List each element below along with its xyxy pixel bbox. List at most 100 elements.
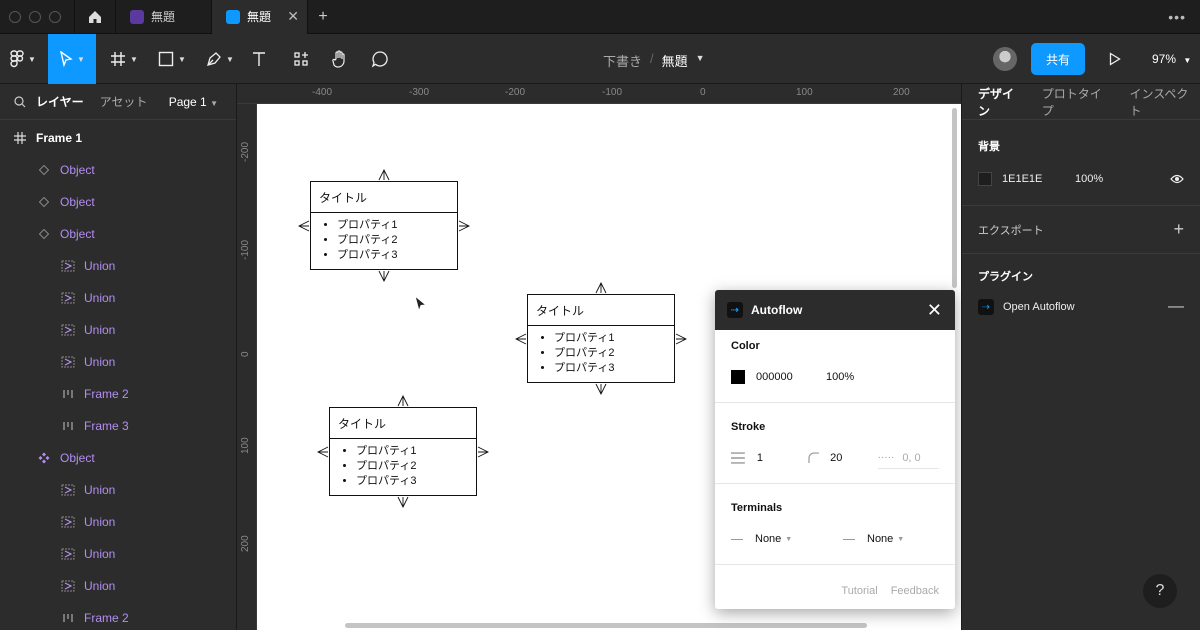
chevron-down-icon[interactable]: ▼ bbox=[696, 53, 705, 70]
chevron-down-icon: ▼ bbox=[210, 98, 218, 108]
layer-item[interactable]: Union bbox=[0, 250, 236, 282]
connector-handle-icon[interactable] bbox=[378, 270, 390, 282]
search-icon[interactable] bbox=[14, 95, 26, 108]
frame-tool-button[interactable]: ▼ bbox=[104, 34, 144, 84]
layer-item[interactable]: Object bbox=[0, 154, 236, 186]
zoom-menu[interactable]: 97% ▼ bbox=[1152, 52, 1191, 66]
pen-tool-button[interactable]: ▼ bbox=[200, 34, 240, 84]
terminal-end-select[interactable]: None ▼ bbox=[843, 533, 904, 545]
main-menu-button[interactable]: ▼ bbox=[0, 34, 46, 84]
property-list: プロパティ1プロパティ2プロパティ3 bbox=[528, 326, 674, 376]
layer-item[interactable]: Object bbox=[0, 186, 236, 218]
home-button[interactable] bbox=[74, 0, 116, 34]
hand-tool-button[interactable] bbox=[326, 34, 354, 84]
share-button[interactable]: 共有 bbox=[1031, 43, 1085, 75]
layer-list: Frame 1 Object Object Object Union Union Union… bbox=[0, 120, 236, 630]
more-options-icon[interactable]: ••• bbox=[1168, 9, 1186, 25]
layer-item[interactable]: Union bbox=[0, 570, 236, 602]
file-icon bbox=[130, 9, 144, 24]
page-selector[interactable]: Page 1 ▼ bbox=[169, 95, 218, 109]
layer-item[interactable]: Frame 2 bbox=[0, 602, 236, 630]
horizontal-scrollbar[interactable] bbox=[345, 623, 867, 628]
connector-handle-icon[interactable] bbox=[397, 395, 409, 407]
connector-handle-icon[interactable] bbox=[595, 383, 607, 395]
frame-icon bbox=[12, 130, 28, 146]
text-tool-button[interactable] bbox=[246, 34, 272, 84]
close-window-button[interactable] bbox=[9, 10, 21, 23]
shape-tool-button[interactable]: ▼ bbox=[152, 34, 192, 84]
connector-handle-icon[interactable] bbox=[298, 220, 310, 232]
dash-pattern-field[interactable]: ····· 0, 0 bbox=[877, 447, 939, 469]
connector-handle-icon[interactable] bbox=[317, 446, 329, 458]
tab-assets[interactable]: アセット bbox=[100, 93, 148, 110]
close-tab-icon[interactable]: ✕ bbox=[287, 8, 299, 25]
plugin-item-autoflow[interactable]: ⇢ Open Autoflow — bbox=[978, 298, 1184, 316]
terminal-start-select[interactable]: None ▼ bbox=[731, 533, 843, 545]
feedback-link[interactable]: Feedback bbox=[891, 585, 939, 597]
background-title: 背景 bbox=[978, 141, 1000, 153]
close-icon[interactable]: ✕ bbox=[927, 300, 942, 321]
layer-item[interactable]: Union bbox=[0, 346, 236, 378]
layer-label: Object bbox=[60, 163, 95, 177]
breadcrumb-drafts[interactable]: 下書き bbox=[603, 51, 642, 70]
comment-tool-button[interactable] bbox=[366, 34, 394, 84]
tab-file-1[interactable]: 無題 bbox=[116, 0, 212, 34]
tab-layers[interactable]: レイヤー bbox=[36, 93, 84, 110]
resources-tool-button[interactable] bbox=[288, 34, 314, 84]
color-swatch[interactable] bbox=[731, 370, 745, 384]
background-opacity[interactable]: 100% bbox=[1075, 173, 1103, 185]
connector-handle-icon[interactable] bbox=[458, 220, 470, 232]
move-tool-button[interactable]: ▼ bbox=[48, 34, 96, 84]
add-export-icon[interactable]: + bbox=[1173, 219, 1184, 240]
tab-file-2[interactable]: 無題 ✕ bbox=[212, 0, 308, 34]
connector-handle-icon[interactable] bbox=[595, 282, 607, 294]
connector-handle-icon[interactable] bbox=[378, 169, 390, 181]
frame-icon bbox=[111, 52, 126, 66]
avatar[interactable] bbox=[993, 47, 1017, 71]
color-hex-input[interactable]: 000000 bbox=[756, 371, 826, 383]
object-card[interactable]: タイトルプロパティ1プロパティ2プロパティ3 bbox=[329, 407, 477, 496]
property-item: プロパティ1 bbox=[337, 218, 457, 233]
ruler-tick-label: -200 bbox=[240, 141, 251, 162]
connector-handle-icon[interactable] bbox=[477, 446, 489, 458]
tab-prototype[interactable]: プロトタイプ bbox=[1042, 85, 1114, 119]
layer-item[interactable]: Union bbox=[0, 474, 236, 506]
corner-radius-input[interactable]: 20 bbox=[830, 452, 877, 464]
remove-plugin-icon[interactable]: — bbox=[1168, 298, 1184, 316]
help-button[interactable]: ? bbox=[1143, 574, 1177, 608]
properties-panel: デザイン プロトタイプ インスペクト 背景 1E1E1E 100% エクスポート… bbox=[961, 84, 1200, 630]
file-name[interactable]: 無題 bbox=[662, 51, 688, 70]
stroke-weight-input[interactable]: 1 bbox=[757, 452, 808, 464]
plugin-header[interactable]: ⇢ Autoflow ✕ bbox=[715, 290, 955, 330]
new-tab-button[interactable]: + bbox=[308, 8, 338, 26]
vertical-scrollbar[interactable] bbox=[952, 108, 957, 288]
eye-icon[interactable] bbox=[1170, 174, 1184, 184]
background-swatch[interactable] bbox=[978, 172, 992, 186]
tutorial-link[interactable]: Tutorial bbox=[841, 585, 877, 597]
present-button[interactable] bbox=[1102, 34, 1128, 84]
ruler-tick-label: 0 bbox=[240, 351, 251, 357]
property-item: プロパティ2 bbox=[356, 459, 476, 474]
layer-item[interactable]: Union bbox=[0, 282, 236, 314]
minimize-window-button[interactable] bbox=[29, 10, 41, 23]
maximize-window-button[interactable] bbox=[49, 10, 61, 23]
layer-item[interactable]: Frame 2 bbox=[0, 378, 236, 410]
layer-item[interactable]: Frame 3 bbox=[0, 410, 236, 442]
connector-handle-icon[interactable] bbox=[515, 333, 527, 345]
stroke-section: Stroke 1 20 ····· 0, 0 bbox=[715, 403, 955, 484]
layer-item[interactable]: Object bbox=[0, 218, 236, 250]
layer-item[interactable]: Union bbox=[0, 506, 236, 538]
layer-item[interactable]: Union bbox=[0, 538, 236, 570]
layer-item[interactable]: Union bbox=[0, 314, 236, 346]
tab-inspect[interactable]: インスペクト bbox=[1129, 85, 1200, 119]
background-hex[interactable]: 1E1E1E bbox=[1002, 173, 1075, 185]
object-card[interactable]: タイトルプロパティ1プロパティ2プロパティ3 bbox=[310, 181, 458, 270]
layer-item[interactable]: Frame 1 bbox=[0, 122, 236, 154]
color-opacity-input[interactable]: 100% bbox=[826, 371, 854, 383]
connector-handle-icon[interactable] bbox=[675, 333, 687, 345]
terminal-start-value: None bbox=[755, 533, 782, 545]
connector-handle-icon[interactable] bbox=[397, 496, 409, 508]
tab-design[interactable]: デザイン bbox=[978, 85, 1026, 119]
object-card[interactable]: タイトルプロパティ1プロパティ2プロパティ3 bbox=[527, 294, 675, 383]
layer-item[interactable]: Object bbox=[0, 442, 236, 474]
